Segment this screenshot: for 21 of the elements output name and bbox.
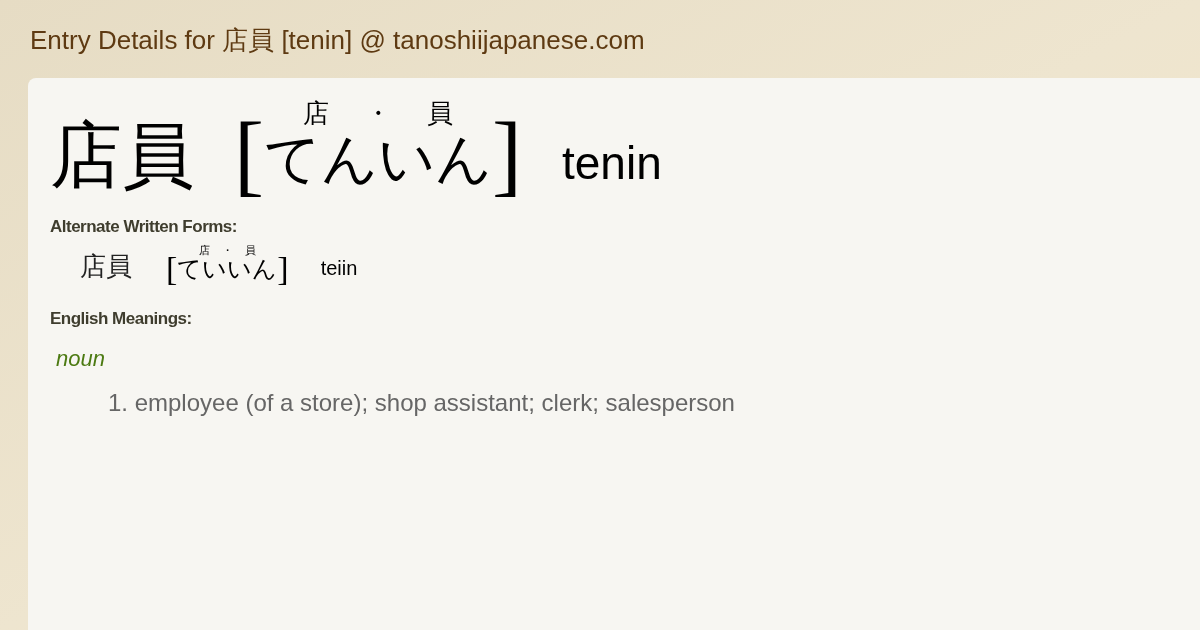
furigana-text: ・ bbox=[365, 100, 391, 129]
bracket: [ bbox=[166, 252, 178, 287]
kana-reading: てんいん bbox=[264, 128, 492, 191]
romaji-reading: tenin bbox=[561, 140, 662, 187]
bracket: [ bbox=[234, 110, 264, 201]
furigana-text: 員 bbox=[244, 243, 256, 256]
furigana-text: 店 bbox=[198, 243, 210, 256]
section-heading: Alternate Written Forms: bbox=[50, 216, 238, 239]
furigana-text: ・ bbox=[221, 243, 233, 256]
bracket: ] bbox=[492, 110, 522, 201]
part-of-speech: noun bbox=[56, 344, 106, 373]
definition-text: 1. employee (of a store); shop assistant; clerk; salesperson bbox=[108, 387, 736, 418]
page-title: Entry Details for 店員 [tenin] @ tanoshiijapanese.com bbox=[30, 23, 645, 57]
kana-reading: ていいん bbox=[177, 255, 278, 283]
kanji-text: 店員 bbox=[50, 120, 194, 193]
section-heading: English Meanings: bbox=[50, 308, 193, 331]
bracket: ] bbox=[277, 252, 289, 287]
kanji-text: 店員 bbox=[80, 254, 132, 281]
furigana-text: 員 bbox=[427, 100, 453, 129]
romaji-reading: teiin bbox=[320, 258, 358, 279]
furigana-text: 店 bbox=[303, 100, 329, 129]
